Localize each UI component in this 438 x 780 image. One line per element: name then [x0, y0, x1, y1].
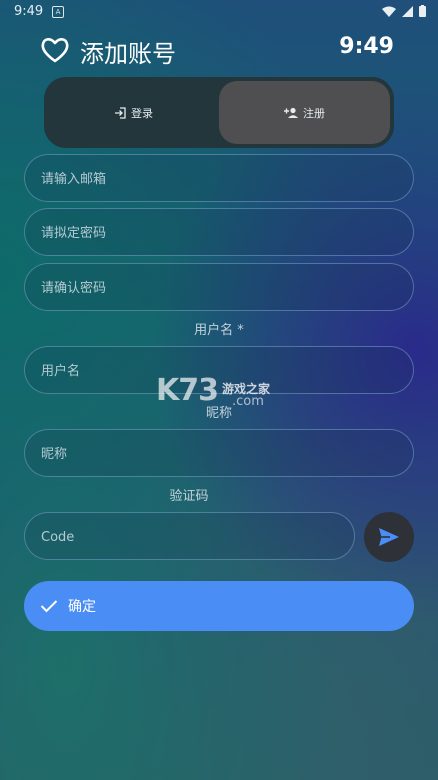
battery-icon: [419, 5, 426, 17]
page-title: 添加账号: [80, 40, 176, 68]
k73-watermark: K73 游戏之家 .com: [156, 373, 270, 408]
email-input[interactable]: [39, 155, 393, 203]
status-bar: 9:49 A: [0, 0, 438, 24]
confirm-password-field[interactable]: [24, 263, 414, 312]
notification-badge: A: [52, 6, 64, 18]
code-input[interactable]: [39, 513, 343, 561]
tab-register-label: 注册: [303, 106, 325, 120]
header-clock: 9:49: [339, 34, 394, 59]
confirm-password-input[interactable]: [39, 264, 393, 312]
username-section-label: 用户名 *: [194, 323, 244, 338]
nickname-field[interactable]: [24, 429, 414, 478]
watermark-domain: .com: [232, 394, 264, 409]
login-register-toggle: 登录 注册: [44, 77, 394, 148]
tab-login-label: 登录: [131, 106, 153, 120]
send-icon: [379, 528, 399, 546]
signal-icon: [402, 5, 413, 17]
send-code-button[interactable]: [364, 512, 414, 562]
watermark-brand: K73: [156, 373, 219, 408]
tab-login[interactable]: 登录: [48, 81, 219, 144]
tab-register[interactable]: 注册: [219, 81, 390, 144]
status-time: 9:49: [14, 4, 44, 19]
nickname-input[interactable]: [39, 430, 393, 478]
code-field[interactable]: [24, 512, 355, 561]
status-icons: [382, 5, 426, 17]
confirm-button-label: 确定: [68, 599, 96, 615]
heart-outline-icon: [41, 38, 69, 63]
password-input[interactable]: [39, 209, 393, 257]
wifi-icon: [382, 6, 396, 17]
app-header: 添加账号 9:49: [0, 30, 438, 70]
confirm-button[interactable]: 确定: [24, 581, 414, 631]
code-section-label: 验证码: [169, 489, 209, 504]
check-icon: [40, 600, 58, 613]
person-add-icon: [284, 107, 298, 118]
login-icon: [115, 106, 126, 119]
password-field[interactable]: [24, 208, 414, 257]
email-field[interactable]: [24, 154, 414, 203]
